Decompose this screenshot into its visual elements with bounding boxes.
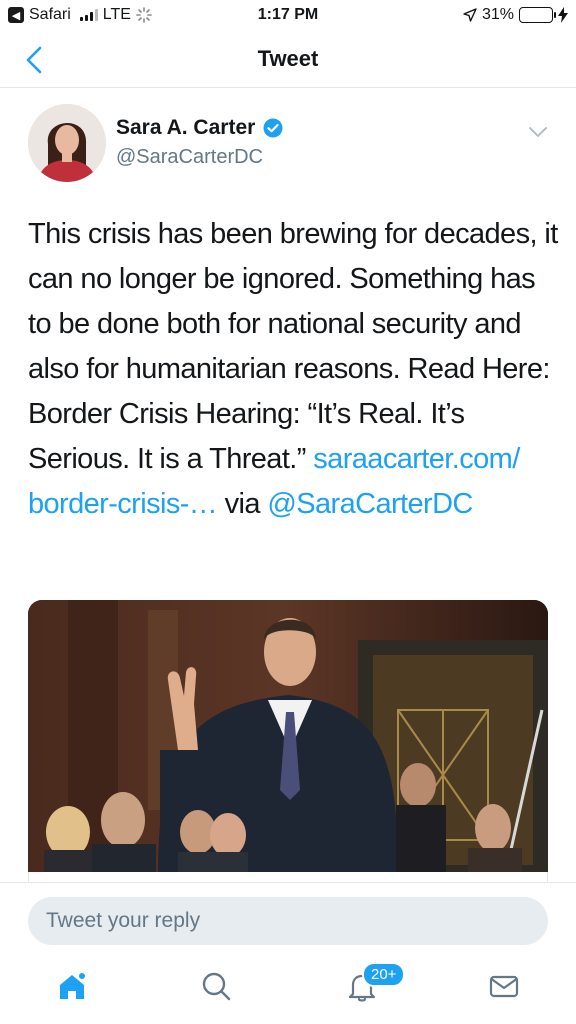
- battery-percent: 31%: [481, 6, 514, 23]
- nav-bar: Tweet: [0, 32, 576, 88]
- tab-bar: 20+: [0, 954, 576, 1024]
- tab-search[interactable]: [198, 968, 234, 1004]
- tweet-text-plain: This crisis has been brewing for decades…: [28, 218, 558, 475]
- battery-icon: [519, 7, 556, 23]
- charging-bolt-icon: [558, 7, 568, 23]
- page-title: Tweet: [257, 46, 319, 71]
- author-name[interactable]: Sara A. Carter: [116, 116, 283, 140]
- tweet-media-image[interactable]: [28, 600, 548, 872]
- tweet-mention[interactable]: @SaraCarterDC: [267, 488, 473, 520]
- tab-messages[interactable]: [486, 968, 522, 1004]
- avatar[interactable]: [28, 104, 106, 182]
- tweet-via: via: [224, 488, 261, 520]
- status-bar: ◀ Safari LTE 1:17 PM 31%: [0, 0, 576, 32]
- author-name-text: Sara A. Carter: [116, 116, 256, 139]
- status-right: 31%: [463, 6, 568, 24]
- chevron-down-icon[interactable]: [526, 120, 550, 144]
- envelope-icon: [489, 975, 519, 998]
- tweet-text: This crisis has been brewing for decades…: [28, 212, 558, 527]
- tab-notifications[interactable]: 20+: [344, 962, 406, 1004]
- reply-input[interactable]: Tweet your reply: [28, 897, 548, 945]
- tab-home[interactable]: [54, 968, 90, 1004]
- hearing-photo: [28, 600, 548, 872]
- verified-badge-icon: [263, 118, 283, 138]
- author-handle[interactable]: @SaraCarterDC: [116, 146, 263, 169]
- reply-bar: Tweet your reply: [0, 882, 576, 954]
- home-icon: [60, 971, 87, 999]
- notifications-badge: 20+: [362, 962, 406, 987]
- avatar-image: [28, 104, 106, 182]
- location-arrow-icon: [463, 8, 477, 22]
- search-icon: [202, 972, 231, 1001]
